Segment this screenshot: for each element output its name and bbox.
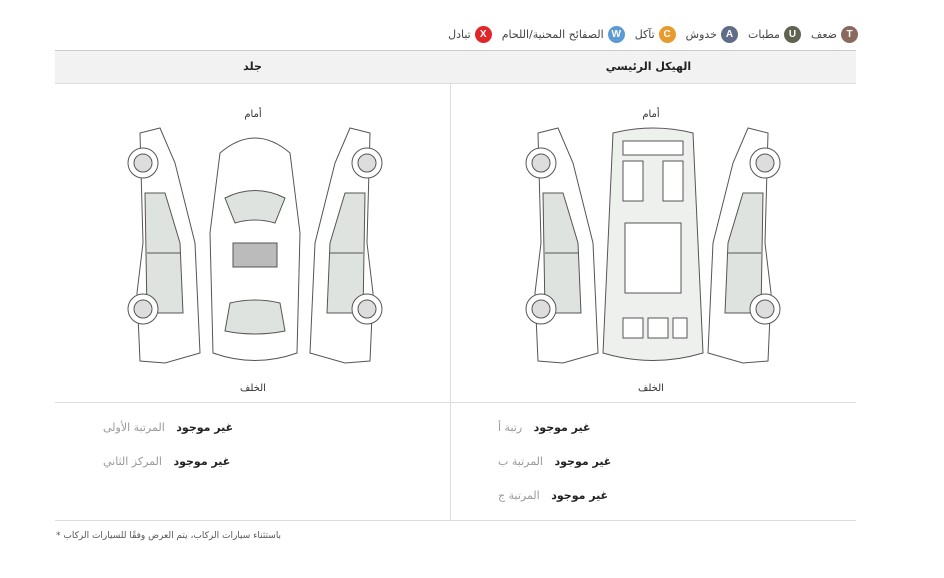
legend-item-weakness: T ضعف: [810, 25, 858, 43]
condition-label: المركز الثاني: [103, 455, 162, 468]
frame-condition-row: غير موجود المرتبة ب: [498, 455, 611, 468]
legend-label: الصفائح المحنية/اللحام: [501, 27, 604, 41]
legend-item-exchange: X تبادل: [448, 25, 492, 43]
skin-condition-row: غير موجود المرتبة الأولى: [103, 421, 233, 434]
condition-label: المرتبة الأولى: [103, 421, 165, 434]
legend-label: تآكل: [634, 27, 655, 41]
footnote: * باستثناء سيارات الركاب، يتم العرض وفقً…: [56, 531, 282, 541]
table-header: جلد الهيكل الرئيسي: [55, 51, 856, 84]
scratches-badge-icon: A: [721, 25, 738, 43]
legend-label: ضعف: [810, 27, 837, 41]
condition-value: غير موجود: [176, 421, 234, 434]
condition-value: غير موجود: [551, 489, 609, 502]
skin-column-title: جلد: [243, 60, 262, 73]
corrosion-badge-icon: C: [658, 25, 676, 43]
frame-rear-label: الخلف: [638, 383, 664, 394]
frame-front-label: أمام: [642, 109, 660, 120]
condition-label: رتبة أ: [498, 421, 523, 434]
column-divider: [450, 84, 451, 521]
row-divider: [55, 402, 856, 403]
table-bottom-border: [55, 520, 856, 521]
skin-car-diagram: [127, 127, 383, 364]
legend-label: تبادل: [448, 27, 471, 41]
inspection-table: جلد الهيكل الرئيسي أمام الخلف أمام الخلف…: [55, 50, 856, 521]
welding-badge-icon: W: [607, 25, 625, 43]
frame-condition-row: غير موجود رتبة أ: [498, 421, 591, 434]
legend-label: خدوش: [685, 27, 717, 41]
weakness-badge-icon: T: [841, 25, 858, 43]
legend-item-dents: U مطبات: [748, 25, 801, 43]
legend-item-corrosion: C تآكل: [634, 25, 676, 43]
legend-label: مطبات: [748, 27, 780, 41]
skin-front-label: أمام: [244, 109, 262, 120]
condition-label: المرتبة ج: [498, 489, 540, 502]
condition-label: المرتبة ب: [498, 455, 543, 468]
exchange-badge-icon: X: [474, 25, 492, 43]
frame-condition-row: غير موجود المرتبة ج: [498, 489, 608, 502]
legend-item-scratches: A خدوش: [685, 25, 738, 43]
condition-value: غير موجود: [533, 421, 591, 434]
footnote-text: باستثناء سيارات الركاب، يتم العرض وفقًا …: [63, 531, 282, 541]
frame-car-diagram: [525, 127, 781, 364]
skin-rear-label: الخلف: [240, 383, 266, 394]
condition-value: غير موجود: [173, 455, 231, 468]
legend-item-welding: W الصفائح المحنية/اللحام: [501, 25, 625, 43]
skin-condition-row: غير موجود المركز الثاني: [103, 455, 230, 468]
dents-badge-icon: U: [783, 25, 801, 43]
condition-value: غير موجود: [554, 455, 612, 468]
legend: T ضعف U مطبات A خدوش C تآكل W الصفائح ال…: [448, 23, 858, 45]
frame-column-title: الهيكل الرئيسي: [605, 60, 692, 73]
